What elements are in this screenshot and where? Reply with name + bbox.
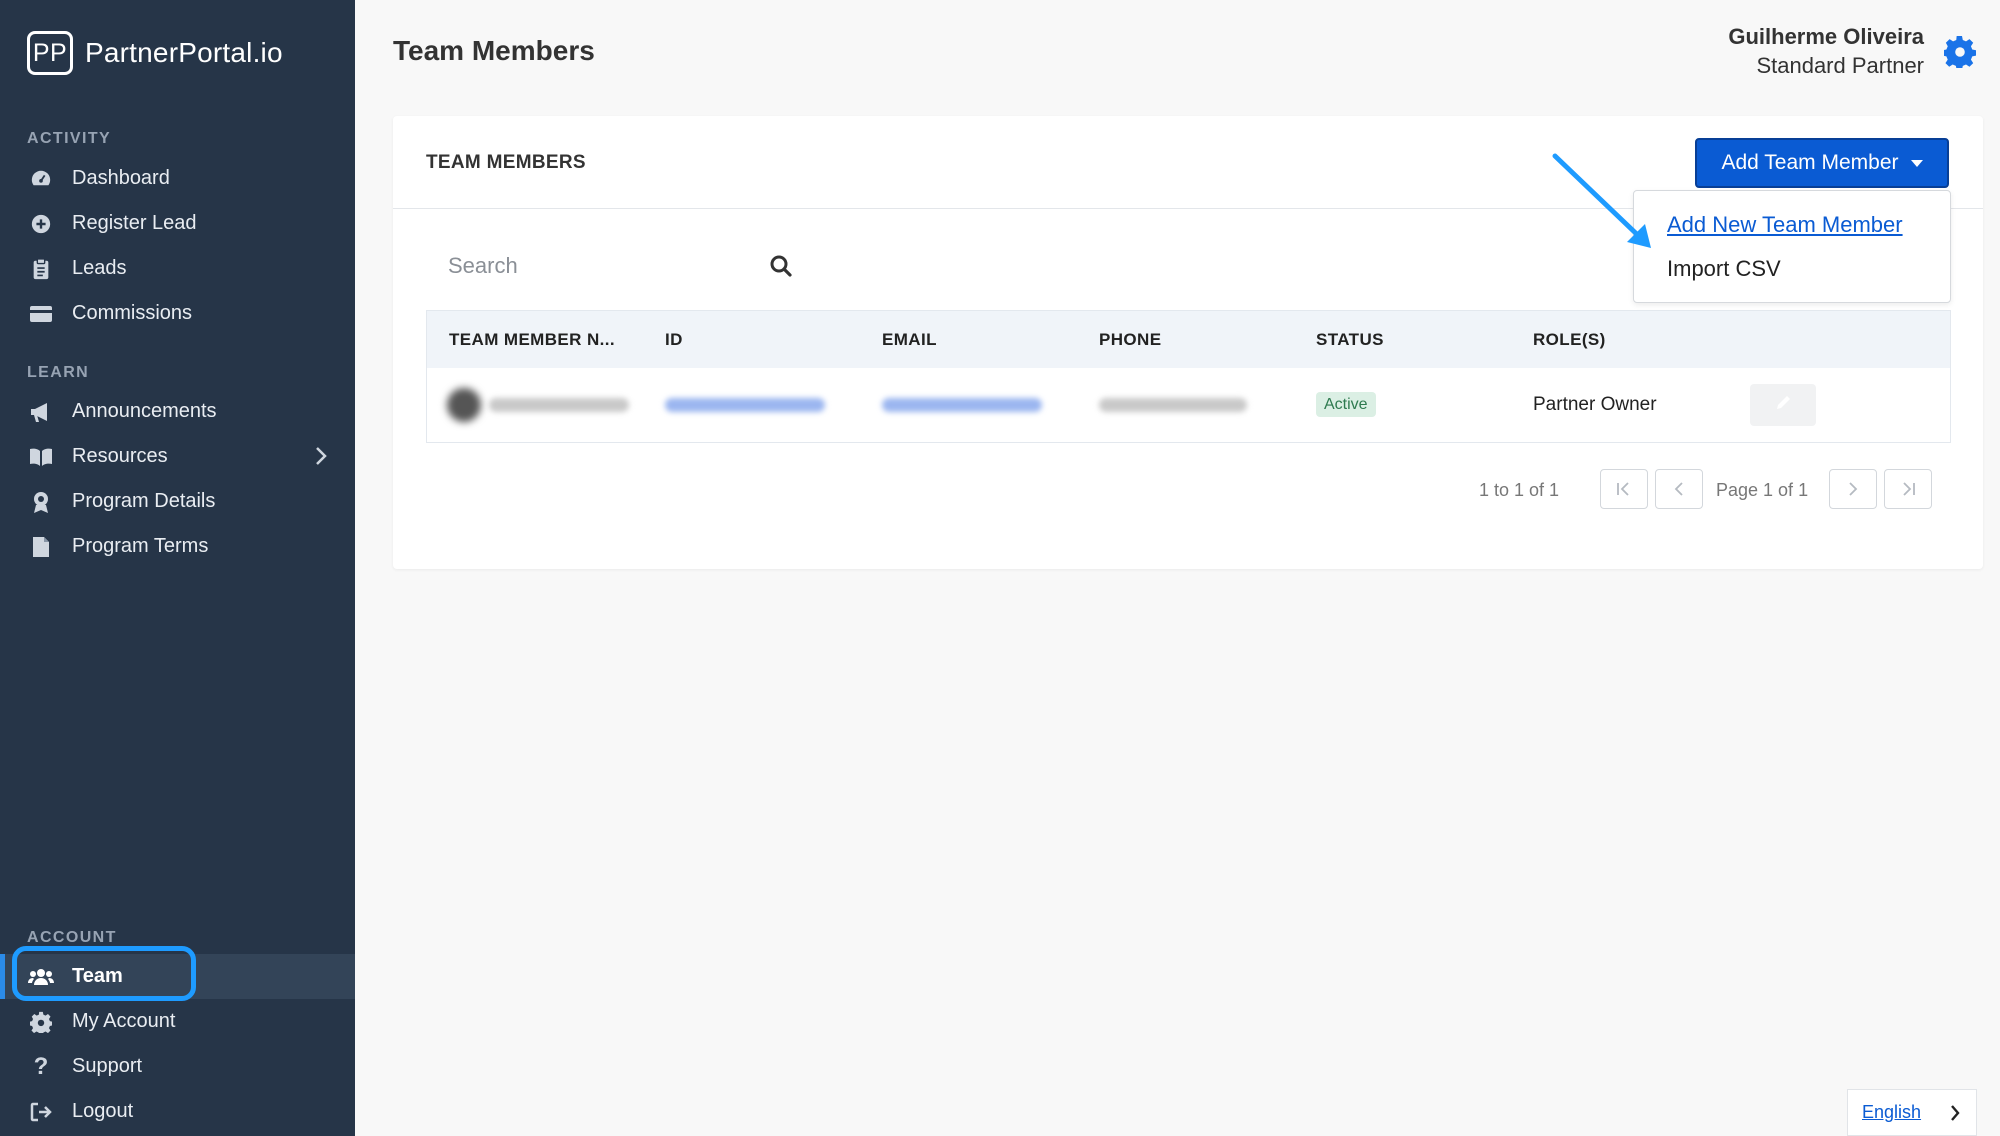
previous-page-button[interactable] <box>1655 469 1703 509</box>
column-header-email[interactable]: EMAIL <box>882 330 937 350</box>
page-indicator: Page 1 of 1 <box>1716 480 1809 500</box>
dashboard-icon <box>28 166 54 192</box>
sidebar-item-label: Resources <box>72 445 168 467</box>
sidebar-item-label: Announcements <box>72 400 217 422</box>
chevron-right-icon[interactable] <box>315 446 327 472</box>
file-icon <box>28 534 54 560</box>
role-cell: Partner Owner <box>1533 394 1657 415</box>
sidebar-item-resources[interactable]: Resources <box>0 434 355 479</box>
column-header-name[interactable]: TEAM MEMBER N... <box>449 330 615 350</box>
sidebar-item-label: My Account <box>72 1010 176 1032</box>
column-header-phone[interactable]: PHONE <box>1099 330 1161 350</box>
add-team-member-button[interactable]: Add Team Member <box>1695 138 1949 188</box>
plus-circle-icon <box>28 211 54 237</box>
logout-icon <box>28 1099 54 1125</box>
sidebar-item-register-lead[interactable]: Register Lead <box>0 201 355 246</box>
sidebar-item-label: Commissions <box>72 302 193 324</box>
redacted-phone <box>1099 398 1247 412</box>
book-icon <box>28 444 54 470</box>
chevron-right-icon <box>1950 1104 1960 1127</box>
search-box[interactable] <box>426 240 792 292</box>
sidebar-item-label: Program Terms <box>72 535 209 557</box>
gear-icon <box>28 1009 54 1035</box>
language-link[interactable]: English <box>1862 1102 1921 1123</box>
sidebar-item-program-terms[interactable]: Program Terms <box>0 524 355 569</box>
sidebar-item-program-details[interactable]: Program Details <box>0 479 355 524</box>
add-team-member-dropdown: Add New Team Member Import CSV <box>1633 190 1951 303</box>
section-label-learn: LEARN <box>27 364 90 381</box>
language-selector[interactable]: English <box>1847 1089 1977 1136</box>
avatar <box>447 388 481 422</box>
section-label-account: ACCOUNT <box>27 929 117 946</box>
team-members-table: TEAM MEMBER N... ID EMAIL PHONE STATUS R… <box>426 310 1951 443</box>
pagination-range: 1 to 1 of 1 <box>1479 480 1560 500</box>
sidebar-item-label: Dashboard <box>72 167 170 189</box>
award-icon <box>28 489 54 515</box>
logo-text: PartnerPortal.io <box>85 37 283 68</box>
page-title: Team Members <box>393 35 595 66</box>
settings-gear-icon[interactable] <box>1942 36 1977 70</box>
sidebar-item-label: Team <box>72 965 123 987</box>
status-cell: Active <box>1316 392 1376 417</box>
users-icon <box>28 964 54 990</box>
status-badge: Active <box>1316 392 1376 417</box>
sidebar-item-leads[interactable]: Leads <box>0 246 355 291</box>
add-team-member-label: Add Team Member <box>1721 151 1899 174</box>
sidebar-item-team[interactable]: Team <box>0 954 355 999</box>
search-icon[interactable] <box>769 254 793 283</box>
sidebar-item-commissions[interactable]: Commissions <box>0 291 355 336</box>
sidebar-item-dashboard[interactable]: Dashboard <box>0 156 355 201</box>
sidebar-item-label: Register Lead <box>72 212 197 234</box>
sidebar-item-logout[interactable]: Logout <box>0 1089 355 1134</box>
logo[interactable]: PP PartnerPortal.io <box>27 31 283 75</box>
user-info[interactable]: Guilherme Oliveira Standard Partner <box>1728 24 1924 79</box>
question-icon: ? <box>33 1052 49 1080</box>
credit-card-icon <box>28 301 54 327</box>
column-header-status[interactable]: STATUS <box>1316 330 1384 350</box>
last-page-button[interactable] <box>1884 469 1932 509</box>
sidebar-item-label: Program Details <box>72 490 216 512</box>
search-input[interactable] <box>426 253 706 279</box>
add-new-team-member-option[interactable]: Add New Team Member <box>1667 212 1903 238</box>
edit-button[interactable] <box>1750 384 1816 426</box>
caret-down-icon <box>1910 159 1923 167</box>
section-label-activity: ACTIVITY <box>27 130 112 147</box>
team-members-card: TEAM MEMBERS Add Team Member TEAM MEMBER… <box>393 116 1983 569</box>
user-role: Standard Partner <box>1756 53 1924 78</box>
redacted-email-link[interactable] <box>882 398 1042 412</box>
redacted-id-link[interactable] <box>665 398 825 412</box>
sidebar-item-announcements[interactable]: Announcements <box>0 389 355 434</box>
card-title: TEAM MEMBERS <box>426 152 586 173</box>
table-row[interactable]: Active Partner Owner <box>427 368 1950 442</box>
sidebar-item-label: Support <box>72 1055 143 1077</box>
user-name: Guilherme Oliveira <box>1728 24 1924 49</box>
sidebar: PP PartnerPortal.io ACTIVITY Dashboard R… <box>0 0 355 1136</box>
table-header: TEAM MEMBER N... ID EMAIL PHONE STATUS R… <box>427 311 1950 368</box>
sidebar-item-support[interactable]: ? Support <box>0 1044 355 1089</box>
first-page-button[interactable] <box>1600 469 1648 509</box>
callout-arrow-icon <box>1552 153 1651 248</box>
redacted-name <box>489 398 629 412</box>
sidebar-item-label: Logout <box>72 1100 134 1122</box>
pencil-icon <box>1774 394 1792 417</box>
clipboard-icon <box>28 256 54 282</box>
column-header-roles[interactable]: ROLE(S) <box>1533 330 1606 350</box>
column-header-id[interactable]: ID <box>665 330 683 350</box>
logo-mark: PP <box>27 31 73 75</box>
next-page-button[interactable] <box>1829 469 1877 509</box>
member-name-cell[interactable] <box>447 388 629 422</box>
sidebar-item-my-account[interactable]: My Account <box>0 999 355 1044</box>
megaphone-icon <box>28 399 54 425</box>
sidebar-item-label: Leads <box>72 257 127 279</box>
import-csv-option[interactable]: Import CSV <box>1667 256 1781 282</box>
